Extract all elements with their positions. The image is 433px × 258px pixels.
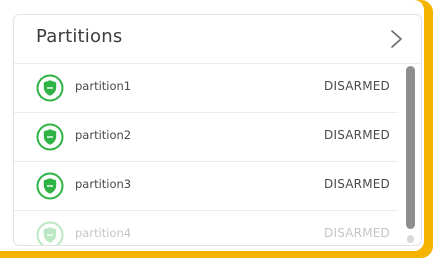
partition-name: partition3 (75, 177, 132, 191)
scrollbar-thumb[interactable] (406, 66, 415, 229)
partition-row[interactable]: partition4 DISARMED (14, 211, 398, 245)
shield-icon (36, 221, 64, 245)
chevron-right-icon[interactable] (387, 29, 405, 49)
partition-name: partition1 (75, 79, 132, 93)
partition-name: partition4 (75, 226, 132, 240)
partition-status: DISARMED (324, 177, 390, 191)
partition-name: partition2 (75, 128, 132, 142)
partitions-panel: Partitions partition1 DISARMED partition… (13, 14, 422, 246)
scrollbar-track (407, 235, 414, 243)
partition-status: DISARMED (324, 128, 390, 142)
widget-frame: Partitions partition1 DISARMED partition… (0, 0, 433, 258)
shield-icon (36, 172, 64, 200)
shield-icon (36, 74, 64, 102)
partition-list: partition1 DISARMED partition2 DISARMED (14, 64, 421, 245)
partition-row[interactable]: partition1 DISARMED (14, 64, 398, 113)
partitions-card: Partitions partition1 DISARMED partition… (0, 0, 424, 251)
panel-title: Partitions (36, 26, 123, 47)
partition-row[interactable]: partition3 DISARMED (14, 162, 398, 211)
partition-row[interactable]: partition2 DISARMED (14, 113, 398, 162)
partition-status: DISARMED (324, 226, 390, 240)
panel-header: Partitions (14, 15, 421, 64)
partition-status: DISARMED (324, 79, 390, 93)
list-scrollbar[interactable] (406, 66, 415, 243)
shield-icon (36, 123, 64, 151)
